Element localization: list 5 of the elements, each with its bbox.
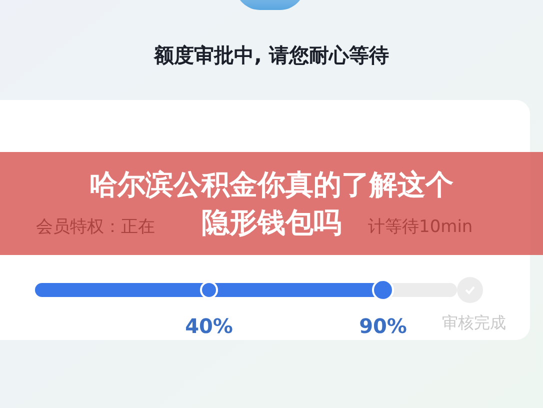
banner-title: 哈尔滨公积金你真的了解这个	[90, 166, 454, 202]
status-title: 额度审批中, 请您耐心等待	[154, 42, 389, 69]
step-label: 40%	[185, 313, 233, 340]
step-label: 90%	[359, 313, 407, 340]
banner-title: 隐形钱包吗	[202, 204, 342, 240]
